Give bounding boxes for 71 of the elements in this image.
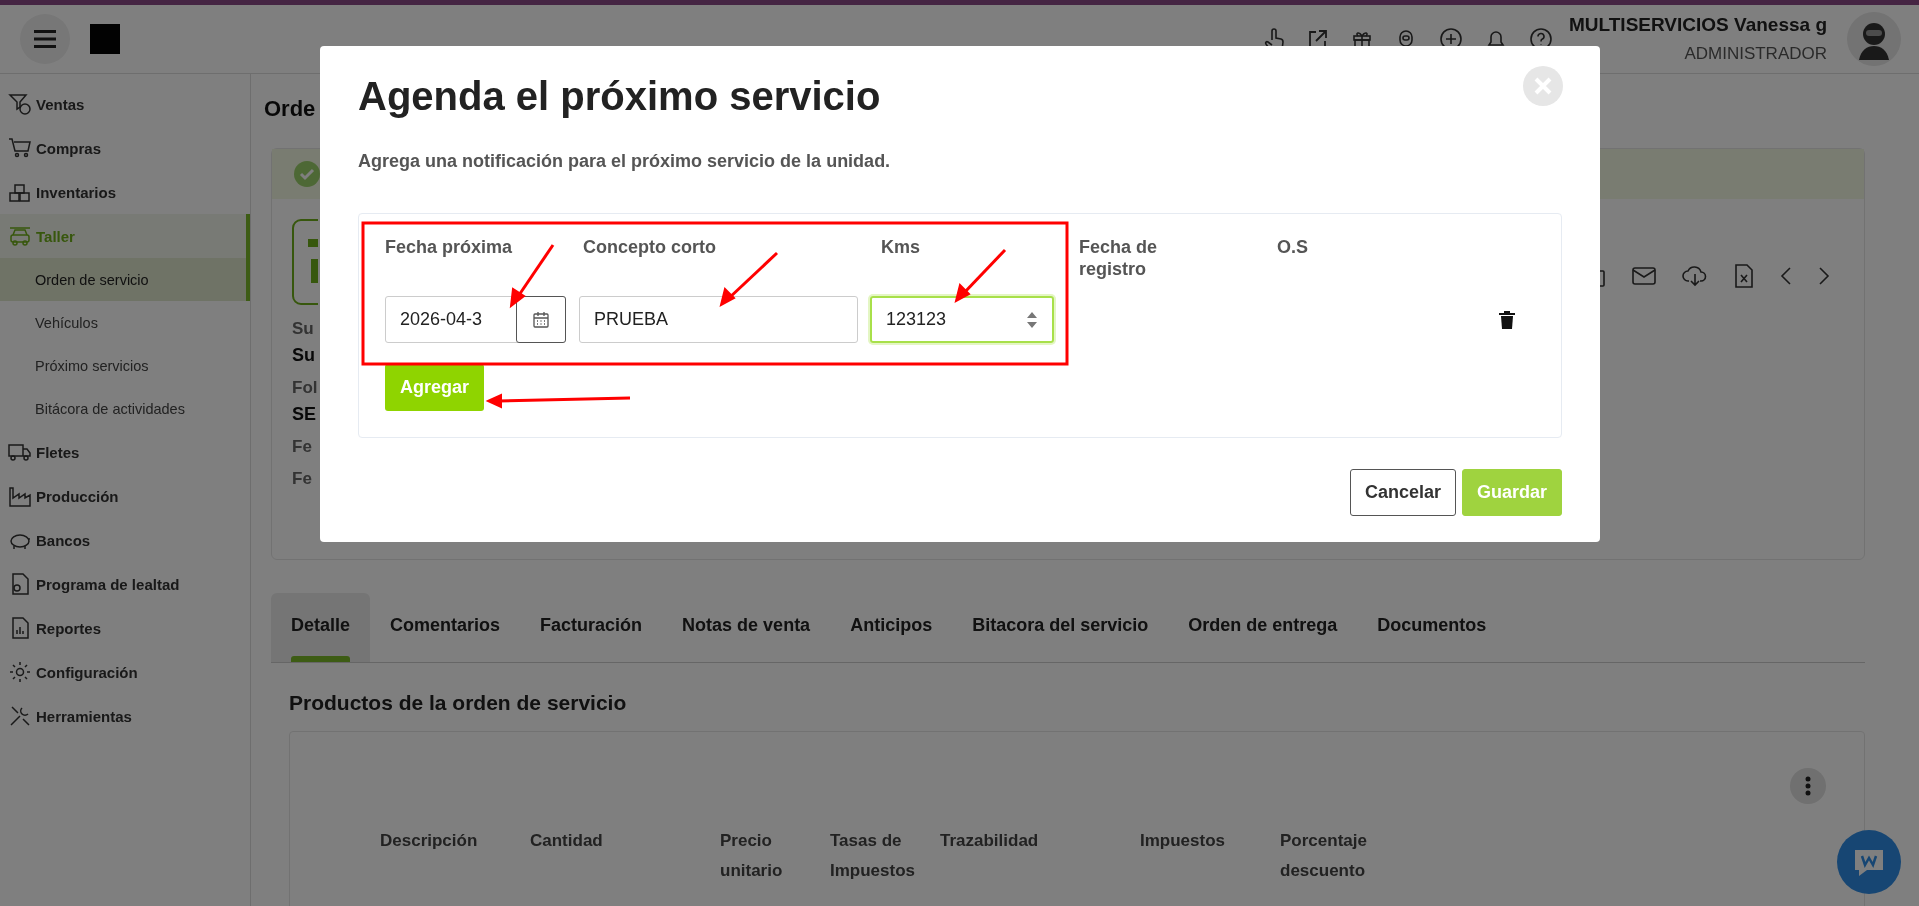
tab[interactable]: Detalle xyxy=(271,593,371,662)
field-label: Fe xyxy=(292,469,312,489)
sidebar-item[interactable]: Reportes xyxy=(0,606,250,650)
car-icon xyxy=(8,224,32,248)
sidebar-subitem[interactable]: Vehículos xyxy=(0,301,250,344)
column-header: Concepto corto xyxy=(583,236,716,258)
calendar-icon xyxy=(532,310,550,329)
previous-icon[interactable] xyxy=(1780,266,1792,286)
tab[interactable]: Notas de venta xyxy=(662,593,831,662)
spreadsheet-icon[interactable] xyxy=(1734,264,1754,288)
column-header: Precio unitario xyxy=(720,830,784,882)
settings-icon xyxy=(8,660,32,684)
calendar-button[interactable] xyxy=(516,296,566,343)
more-options-icon[interactable] xyxy=(1790,768,1826,804)
tab[interactable]: Bitacora del servicio xyxy=(952,593,1169,662)
sidebar-subitem[interactable]: Bitácora de actividades xyxy=(0,387,250,430)
tab[interactable]: Comentarios xyxy=(370,593,521,662)
column-header: Impuestos xyxy=(1140,830,1227,852)
field-value: Su xyxy=(292,345,315,366)
column-header: Descripción xyxy=(380,830,479,852)
field-label: Fe xyxy=(292,437,312,457)
mail-icon[interactable] xyxy=(1632,267,1656,285)
input-field[interactable]: PRUEBA xyxy=(579,296,858,343)
logo-icon xyxy=(90,24,120,54)
column-header: Kms xyxy=(881,236,920,258)
tab[interactable]: Facturación xyxy=(520,593,663,662)
section-title: Productos de la orden de servicio xyxy=(289,691,628,715)
sidebar-subitem[interactable]: Próximo servicios xyxy=(0,344,250,387)
user-role: ADMINISTRADOR xyxy=(1684,44,1827,64)
menu-icon xyxy=(34,30,56,48)
column-header: Fecha de registro xyxy=(1079,236,1159,280)
sidebar-item[interactable]: Programa de lealtad xyxy=(0,562,250,606)
delete-icon[interactable] xyxy=(1499,310,1515,329)
sidebar-item[interactable]: Fletes xyxy=(0,430,250,474)
dialog-title: Agenda el próximo servicio xyxy=(358,73,881,120)
column-header: Fecha próxima xyxy=(385,236,513,258)
field-value: SE xyxy=(292,404,316,425)
next-icon[interactable] xyxy=(1818,266,1830,286)
sidebar-item[interactable]: Inventarios xyxy=(0,170,250,214)
avatar-icon[interactable] xyxy=(1847,12,1901,66)
annotation-arrow xyxy=(719,251,779,307)
user-name: MULTISERVICIOS Vanessa g xyxy=(1569,14,1827,36)
funnel-icon xyxy=(8,92,32,116)
tab[interactable]: Documentos xyxy=(1357,593,1507,662)
sidebar-item[interactable]: Bancos xyxy=(0,518,250,562)
column-header: O.S xyxy=(1277,236,1308,258)
column-header: Tasas de Impuestos xyxy=(830,830,917,882)
date-field[interactable]: 2026-04-3 xyxy=(385,296,566,343)
sidebar-item[interactable]: Producción xyxy=(0,474,250,518)
field-label: Fol xyxy=(292,378,318,398)
tab[interactable]: Orden de entrega xyxy=(1168,593,1358,662)
factory-icon xyxy=(8,484,32,508)
sidebar-item[interactable]: Herramientas xyxy=(0,694,250,738)
sidebar-subitem[interactable]: Orden de servicio xyxy=(0,258,250,301)
cart-icon xyxy=(8,136,32,160)
chat-icon[interactable] xyxy=(1837,830,1901,894)
number-field[interactable]: 123123 xyxy=(870,296,1054,343)
sidebar-item[interactable]: Ventas xyxy=(0,82,250,126)
cancel-button[interactable]: Cancelar xyxy=(1349,469,1456,516)
sidebar-item[interactable]: Compras xyxy=(0,126,250,170)
dialog-subtitle: Agrega una notificación para el próximo servicio de la unidad. xyxy=(358,151,892,172)
column-header: Trazabilidad xyxy=(940,830,1040,852)
tab[interactable]: Anticipos xyxy=(830,593,953,662)
menu-button[interactable] xyxy=(20,14,70,64)
field-label: Su xyxy=(292,319,314,339)
annotation-arrow xyxy=(954,248,1007,303)
sidebar-item[interactable]: Configuración xyxy=(0,650,250,694)
column-header: Cantidad xyxy=(530,830,604,852)
column-header: Porcentaje descuento xyxy=(1280,830,1368,882)
cloud-download-icon[interactable] xyxy=(1682,265,1708,287)
page-title: Orde xyxy=(264,96,316,122)
